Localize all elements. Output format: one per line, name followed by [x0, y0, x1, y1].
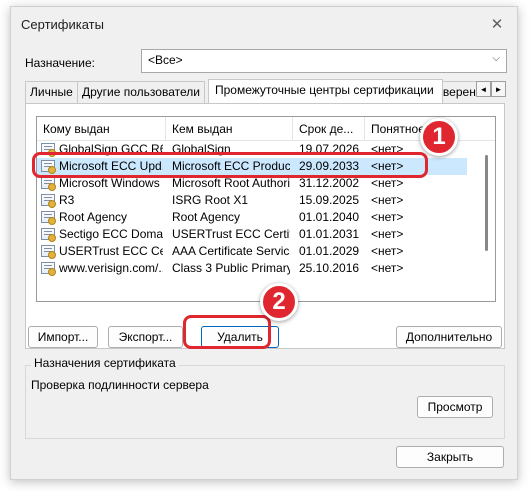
- cell-issued-by: Class 3 Public Primary ...: [172, 261, 290, 275]
- cell-friendly-name: <нет>: [371, 227, 404, 241]
- cell-friendly-name: <нет>: [371, 210, 404, 224]
- certificate-icon: [41, 228, 56, 242]
- step-marker-1: 1: [420, 118, 458, 156]
- scrollbar-thumb[interactable]: [485, 155, 488, 251]
- certificate-icon: [41, 211, 56, 225]
- cell-friendly-name: <нет>: [371, 261, 404, 275]
- step-marker-2: 2: [260, 283, 298, 321]
- table-row[interactable]: R3 ISRG Root X1 15.09.2025 <нет>: [37, 192, 467, 209]
- tab-strip: Личные Другие пользователи Промежуточные…: [25, 79, 491, 103]
- title-bar: Сертификаты ✕: [11, 7, 517, 41]
- tab-scroll-left-icon[interactable]: ◄: [476, 81, 491, 97]
- tab-other-people[interactable]: Другие пользователи: [77, 81, 205, 103]
- cell-friendly-name: <нет>: [371, 193, 404, 207]
- export-button[interactable]: Экспорт...: [108, 326, 183, 348]
- cell-issued-to: Root Agency: [59, 210, 128, 224]
- cell-expiration: 25.10.2016: [299, 261, 360, 275]
- import-button[interactable]: Импорт...: [28, 326, 98, 348]
- view-button[interactable]: Просмотр: [417, 396, 493, 418]
- cell-issued-by: AAA Certificate Services: [172, 244, 290, 258]
- tab-intermediate-ca[interactable]: Промежуточные центры сертификации: [208, 79, 443, 103]
- cell-expiration: 01.01.2029: [299, 244, 360, 258]
- cell-issued-to: Sectigo ECC Domai...: [59, 227, 163, 241]
- cell-issued-to: www.verisign.com/...: [59, 261, 163, 275]
- column-issued-to[interactable]: Кому выдан: [37, 117, 166, 141]
- highlight-delete-button: [183, 315, 271, 349]
- highlight-selected-row: [32, 152, 428, 178]
- cell-issued-to: R3: [59, 193, 75, 207]
- chevron-down-icon: ⌵: [492, 53, 500, 64]
- cell-expiration: 31.12.2002: [299, 176, 360, 190]
- cell-expiration: 01.01.2031: [299, 227, 360, 241]
- cell-friendly-name: <нет>: [371, 176, 404, 190]
- certificate-icon: [41, 177, 56, 191]
- cell-expiration: 01.01.2040: [299, 210, 360, 224]
- purposes-text: Проверка подлинности сервера: [31, 378, 209, 392]
- cell-expiration: 15.09.2025: [299, 193, 360, 207]
- table-row[interactable]: www.verisign.com/... Class 3 Public Prim…: [37, 260, 467, 277]
- advanced-button[interactable]: Дополнительно: [396, 326, 502, 348]
- group-title: Назначения сертификата: [31, 356, 179, 370]
- certificate-icon: [41, 194, 56, 208]
- cell-issued-to: Microsoft Windows ...: [59, 176, 163, 190]
- list-scrollbar[interactable]: [479, 141, 495, 301]
- column-issued-by[interactable]: Кем выдан: [166, 117, 293, 141]
- close-button[interactable]: Закрыть: [396, 446, 504, 468]
- cell-issued-to: USERTrust ECC Cer...: [59, 244, 163, 258]
- cell-friendly-name: <нет>: [371, 244, 404, 258]
- table-row[interactable]: Sectigo ECC Domai... USERTrust ECC Certi…: [37, 226, 467, 243]
- cell-issued-by: Root Agency: [172, 210, 241, 224]
- tab-scroll-right-icon[interactable]: ►: [491, 81, 506, 97]
- cell-issued-by: ISRG Root X1: [172, 193, 249, 207]
- cell-issued-by: USERTrust ECC Certifi...: [172, 227, 290, 241]
- certificates-dialog: Сертификаты ✕ Назначение: <Все> ⌵ Личные…: [10, 6, 518, 480]
- certificate-icon: [41, 262, 56, 276]
- tab-personal[interactable]: Личные: [25, 81, 78, 103]
- purpose-value: <Все>: [148, 53, 183, 67]
- column-expiration[interactable]: Срок де...: [293, 117, 365, 141]
- purpose-dropdown[interactable]: <Все> ⌵: [141, 49, 507, 73]
- purpose-label: Назначение:: [25, 56, 96, 70]
- cell-issued-by: Microsoft Root Authority: [172, 176, 290, 190]
- table-row[interactable]: Root Agency Root Agency 01.01.2040 <нет>: [37, 209, 467, 226]
- table-row[interactable]: USERTrust ECC Cer... AAA Certificate Ser…: [37, 243, 467, 260]
- certificate-icon: [41, 245, 56, 259]
- close-icon[interactable]: ✕: [477, 7, 517, 41]
- dialog-title: Сертификаты: [21, 17, 104, 32]
